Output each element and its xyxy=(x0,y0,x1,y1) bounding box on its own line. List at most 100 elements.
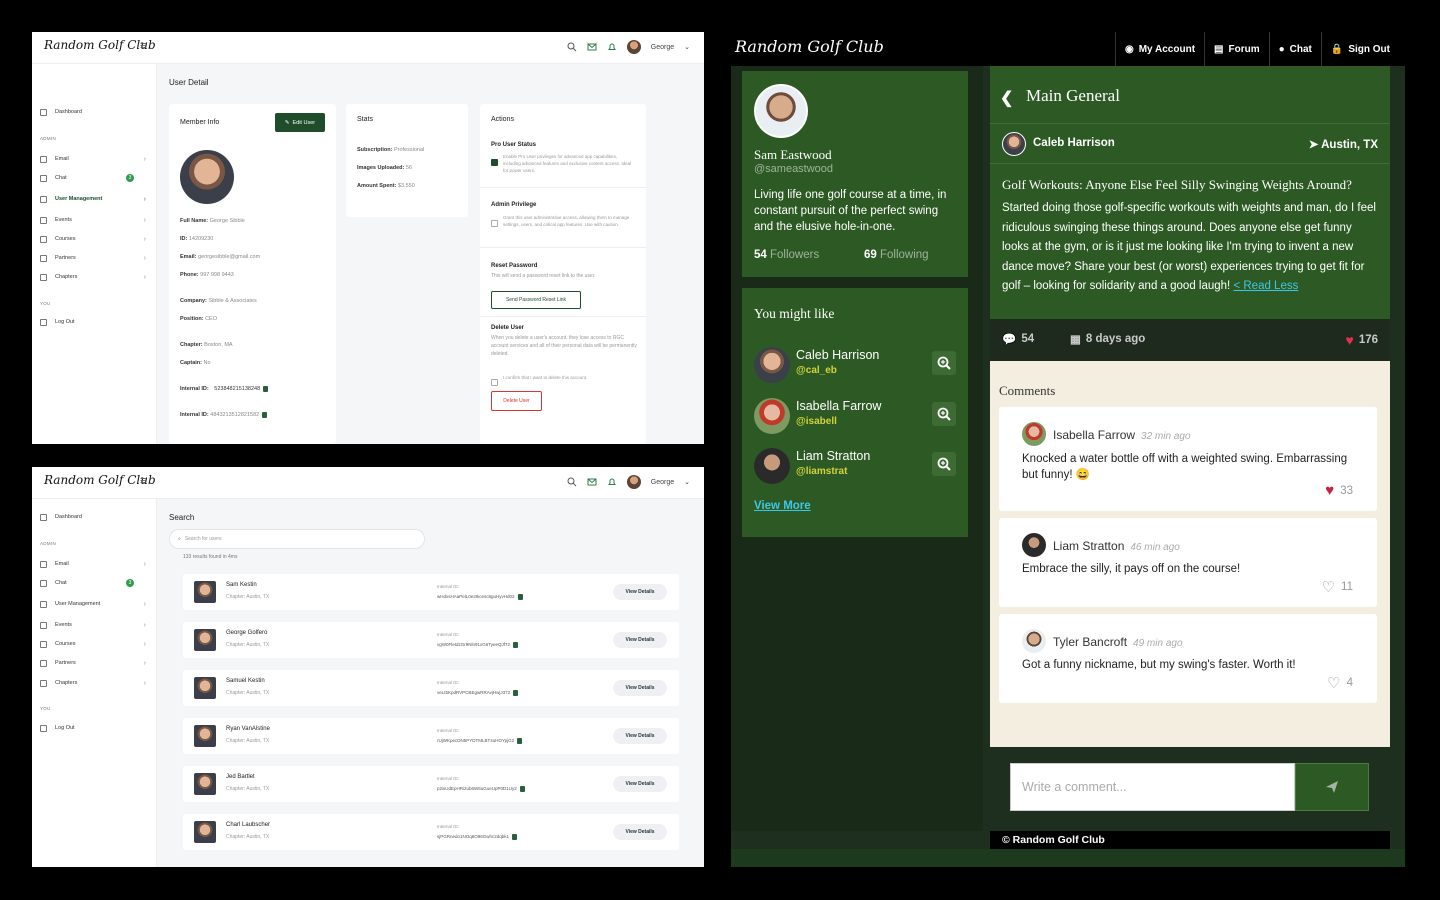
comment-author-name[interactable]: Liam Stratton xyxy=(1053,539,1124,553)
search-icon[interactable] xyxy=(567,477,577,487)
view-profile-button[interactable] xyxy=(932,402,956,426)
bell-icon[interactable] xyxy=(607,42,617,52)
post-author[interactable]: Caleb Harrison xyxy=(1033,137,1115,149)
sidebar-item-email[interactable]: Email › xyxy=(40,557,148,571)
sidebar-item-dashboard[interactable]: Dashboard xyxy=(40,105,148,119)
followers-stat[interactable]: 54 Followers xyxy=(754,249,819,261)
sidebar-item-chapters[interactable]: Chapters › xyxy=(40,270,148,284)
checkbox-unchecked[interactable] xyxy=(491,379,498,387)
view-details-button[interactable]: View Details xyxy=(613,776,667,792)
copy-icon[interactable] xyxy=(519,786,525,792)
sidebar-item-user-management[interactable]: User Management › xyxy=(40,597,148,611)
view-profile-button[interactable] xyxy=(932,351,956,375)
avatar[interactable] xyxy=(626,40,641,54)
copy-icon[interactable] xyxy=(263,385,269,392)
user-name[interactable]: Ryan VanAlstine xyxy=(226,726,270,732)
copy-icon[interactable] xyxy=(513,642,519,648)
user-name[interactable]: Jed Bartlet xyxy=(226,774,255,780)
brand-logo[interactable]: Random Golf Club xyxy=(735,37,884,56)
user-name[interactable]: Samuel Kestin xyxy=(226,678,265,684)
field-value[interactable]: 523848215138248 xyxy=(214,386,260,392)
suggestion-name[interactable]: Caleb Harrison xyxy=(796,348,879,362)
read-less-link[interactable]: < Read Less xyxy=(1233,280,1298,292)
sidebar-item-logout[interactable]: Log Out xyxy=(40,721,148,735)
checkbox-unchecked[interactable] xyxy=(491,220,498,228)
nav-my-account[interactable]: ◉ My Account xyxy=(1114,32,1204,66)
sidebar-item-partners[interactable]: Partners › xyxy=(40,656,148,670)
comment-count[interactable]: 💬 54 xyxy=(1002,332,1034,346)
copy-icon[interactable] xyxy=(513,690,519,696)
chevron-down-icon[interactable]: ⌄ xyxy=(684,478,690,486)
internal-id-value[interactable]: sjPGRnedo1NOq6O96Gwhc2dqbk1 xyxy=(437,834,518,840)
comment-likes[interactable]: ♡ 11 xyxy=(1322,578,1353,596)
mail-icon[interactable] xyxy=(587,477,597,487)
view-more-link[interactable]: View More xyxy=(754,500,811,512)
comment-likes[interactable]: ♡ 4 xyxy=(1327,674,1353,692)
checkbox-checked[interactable] xyxy=(491,159,498,167)
delete-confirm-checkbox[interactable] xyxy=(491,374,500,392)
copy-icon[interactable] xyxy=(512,834,518,840)
view-profile-button[interactable] xyxy=(932,452,956,476)
delete-user-button[interactable]: Delete User xyxy=(491,391,542,411)
internal-id-value[interactable]: p2xiUdEpHRi2ub6W6uGueUpP0D1Uy2 xyxy=(437,786,525,792)
send-reset-link-button[interactable]: Send Password Reset Link xyxy=(491,291,581,309)
search-icon[interactable] xyxy=(567,42,577,52)
view-details-button[interactable]: View Details xyxy=(613,728,667,744)
pro-status-checkbox[interactable] xyxy=(491,154,500,172)
comment-likes[interactable]: ♥ 33 xyxy=(1325,482,1353,499)
bell-icon[interactable] xyxy=(607,477,617,487)
comment-author-name[interactable]: Isabella Farrow xyxy=(1053,428,1135,442)
internal-id-value[interactable]: rUjWKpecDN5PYDTMLBT4uHOYpjG2 xyxy=(437,738,523,744)
suggestion-name[interactable]: Liam Stratton xyxy=(796,449,870,463)
field-value[interactable]: 4843213512821582 xyxy=(210,412,259,418)
view-details-button[interactable]: View Details xyxy=(613,824,667,840)
sidebar-item-chapters[interactable]: Chapters › xyxy=(40,676,148,690)
sidebar-item-courses[interactable]: Courses › xyxy=(40,637,148,651)
copy-icon[interactable] xyxy=(517,594,523,600)
nav-chat[interactable]: ● Chat xyxy=(1268,32,1321,66)
nav-forum[interactable]: ▤ Forum xyxy=(1204,32,1269,66)
copy-icon[interactable] xyxy=(517,738,523,744)
user-name[interactable]: George xyxy=(651,479,674,486)
menu-toggle-icon[interactable]: ≡ xyxy=(140,40,146,52)
internal-id-value[interactable]: veLt5KpdRVPCBEgwRRAvjHwjJ372 xyxy=(437,690,519,696)
nav-sign-out[interactable]: 🔒 Sign Out xyxy=(1320,32,1399,66)
sidebar-item-events[interactable]: Events › xyxy=(40,213,148,227)
user-name[interactable]: George Golfero xyxy=(226,630,267,636)
edit-user-button[interactable]: ✎ Edit User xyxy=(275,113,325,132)
view-details-button[interactable]: View Details xyxy=(613,584,667,600)
brand-logo[interactable]: Random Golf Club xyxy=(44,473,156,487)
user-search-input[interactable]: ⌕ Search for users xyxy=(169,529,425,549)
user-name[interactable]: George xyxy=(651,44,674,51)
user-name[interactable]: Charl Laubscher xyxy=(226,822,270,828)
menu-toggle-icon[interactable]: ≡ xyxy=(140,475,146,487)
send-button[interactable] xyxy=(1295,763,1369,811)
sidebar-item-chat[interactable]: Chat 3 xyxy=(40,576,148,590)
view-details-button[interactable]: View Details xyxy=(613,632,667,648)
chevron-down-icon[interactable]: ⌄ xyxy=(684,43,690,51)
back-arrow-icon[interactable]: ❮ xyxy=(1000,88,1013,108)
comment-input[interactable]: Write a comment... xyxy=(1010,763,1295,811)
view-details-button[interactable]: View Details xyxy=(613,680,667,696)
internal-id-value[interactable]: wHdxsHAaPelL0e3Ikcesc8guHyvHd02 xyxy=(437,594,523,600)
sidebar-item-logout[interactable]: Log Out xyxy=(40,315,148,329)
sidebar-item-partners[interactable]: Partners › xyxy=(40,251,148,265)
sidebar-item-chat[interactable]: Chat 3 xyxy=(40,171,148,185)
admin-privilege-checkbox[interactable] xyxy=(491,215,500,233)
copy-icon[interactable] xyxy=(262,411,268,418)
avatar[interactable] xyxy=(626,475,641,489)
internal-id-value[interactable]: vgW0FletdzGr9Nln91xG6TyeeQJf72 xyxy=(437,642,519,648)
sidebar-item-events[interactable]: Events › xyxy=(40,618,148,632)
brand-logo[interactable]: Random Golf Club xyxy=(44,38,156,52)
user-name[interactable]: Sam Kestin xyxy=(226,582,257,588)
post-likes[interactable]: ♥ 176 xyxy=(1346,332,1379,348)
sidebar-item-email[interactable]: Email › xyxy=(40,152,148,166)
comment-author: Tyler Bancroft 49 min ago xyxy=(1053,635,1183,649)
sidebar-item-dashboard[interactable]: Dashboard xyxy=(40,510,148,524)
mail-icon[interactable] xyxy=(587,42,597,52)
suggestion-name[interactable]: Isabella Farrow xyxy=(796,399,881,413)
following-stat[interactable]: 69 Following xyxy=(864,249,929,261)
comment-author-name[interactable]: Tyler Bancroft xyxy=(1053,635,1127,649)
sidebar-item-user-management[interactable]: User Management › xyxy=(40,192,148,206)
sidebar-item-courses[interactable]: Courses › xyxy=(40,232,148,246)
